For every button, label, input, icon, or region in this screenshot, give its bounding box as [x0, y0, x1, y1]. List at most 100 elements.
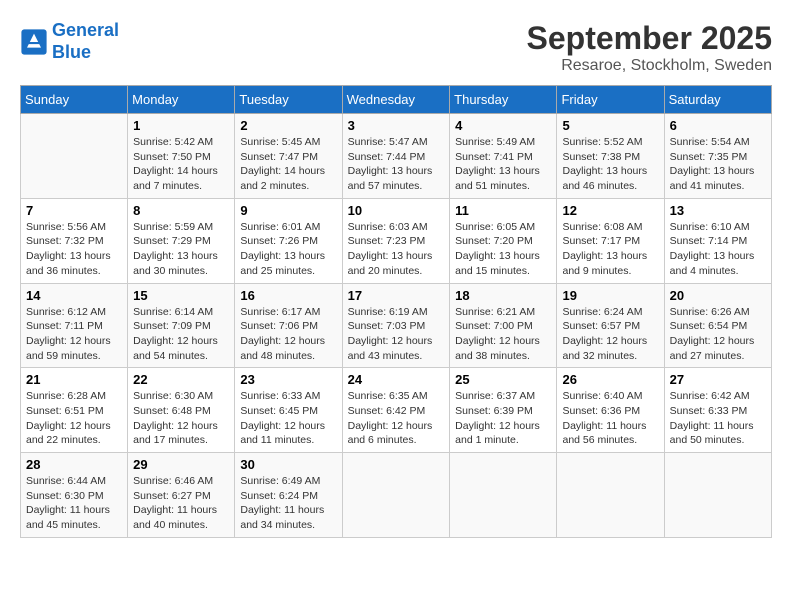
- logo-general: General: [52, 20, 119, 40]
- day-number: 25: [455, 372, 551, 387]
- calendar-cell: 11Sunrise: 6:05 AM Sunset: 7:20 PM Dayli…: [450, 198, 557, 283]
- day-number: 13: [670, 203, 766, 218]
- day-number: 4: [455, 118, 551, 133]
- day-number: 17: [348, 288, 445, 303]
- calendar-cell: 3Sunrise: 5:47 AM Sunset: 7:44 PM Daylig…: [342, 114, 450, 199]
- calendar-cell: 2Sunrise: 5:45 AM Sunset: 7:47 PM Daylig…: [235, 114, 342, 199]
- day-info: Sunrise: 6:44 AM Sunset: 6:30 PM Dayligh…: [26, 474, 122, 533]
- day-info: Sunrise: 5:47 AM Sunset: 7:44 PM Dayligh…: [348, 135, 445, 194]
- calendar-cell: 21 Sunrise: 6:28 AM Sunset: 6:51 PM Dayli…: [21, 368, 128, 453]
- logo-text: General Blue: [52, 20, 119, 63]
- calendar-cell: 19Sunrise: 6:24 AM Sunset: 6:57 PM Dayli…: [557, 283, 664, 368]
- calendar-cell: 28 Sunrise: 6:44 AM Sunset: 6:30 PM Dayli…: [21, 453, 128, 538]
- day-number: 9: [240, 203, 336, 218]
- day-info: Sunrise: 5:59 AM Sunset: 7:29 PM Dayligh…: [133, 220, 229, 279]
- day-number: 1: [133, 118, 229, 133]
- calendar-cell: 17Sunrise: 6:19 AM Sunset: 7:03 PM Dayli…: [342, 283, 450, 368]
- calendar-cell: 9 Sunrise: 6:01 AM Sunset: 7:26 PM Daylig…: [235, 198, 342, 283]
- calendar-cell: 6 Sunrise: 5:54 AM Sunset: 7:35 PM Daylig…: [664, 114, 771, 199]
- calendar-cell: 18 Sunrise: 6:21 AM Sunset: 7:00 PM Dayli…: [450, 283, 557, 368]
- calendar-week-row: 7 Sunrise: 5:56 AM Sunset: 7:32 PM Daylig…: [21, 198, 772, 283]
- day-info: Sunrise: 6:17 AM Sunset: 7:06 PM Dayligh…: [240, 305, 336, 364]
- day-number: 28: [26, 457, 122, 472]
- calendar-cell: 27 Sunrise: 6:42 AM Sunset: 6:33 PM Dayli…: [664, 368, 771, 453]
- calendar-cell: [664, 453, 771, 538]
- calendar-cell: [21, 114, 128, 199]
- calendar-cell: [450, 453, 557, 538]
- logo: General Blue: [20, 20, 119, 63]
- day-info: Sunrise: 6:46 AM Sunset: 6:27 PM Dayligh…: [133, 474, 229, 533]
- col-header-saturday: Saturday: [664, 86, 771, 114]
- calendar-week-row: 28 Sunrise: 6:44 AM Sunset: 6:30 PM Dayli…: [21, 453, 772, 538]
- day-number: 27: [670, 372, 766, 387]
- day-info: Sunrise: 5:56 AM Sunset: 7:32 PM Dayligh…: [26, 220, 122, 279]
- calendar-cell: 25 Sunrise: 6:37 AM Sunset: 6:39 PM Dayli…: [450, 368, 557, 453]
- calendar-cell: 8 Sunrise: 5:59 AM Sunset: 7:29 PM Daylig…: [128, 198, 235, 283]
- day-number: 22: [133, 372, 229, 387]
- day-info: Sunrise: 6:14 AM Sunset: 7:09 PM Dayligh…: [133, 305, 229, 364]
- day-number: 29: [133, 457, 229, 472]
- calendar-cell: 7 Sunrise: 5:56 AM Sunset: 7:32 PM Daylig…: [21, 198, 128, 283]
- day-info: Sunrise: 6:01 AM Sunset: 7:26 PM Dayligh…: [240, 220, 336, 279]
- day-info: Sunrise: 6:12 AM Sunset: 7:11 PM Dayligh…: [26, 305, 122, 364]
- day-number: 16: [240, 288, 336, 303]
- calendar-cell: 4 Sunrise: 5:49 AM Sunset: 7:41 PM Daylig…: [450, 114, 557, 199]
- col-header-friday: Friday: [557, 86, 664, 114]
- day-info: Sunrise: 6:49 AM Sunset: 6:24 PM Dayligh…: [240, 474, 336, 533]
- day-info: Sunrise: 5:42 AM Sunset: 7:50 PM Dayligh…: [133, 135, 229, 194]
- calendar-cell: 1 Sunrise: 5:42 AM Sunset: 7:50 PM Daylig…: [128, 114, 235, 199]
- day-info: Sunrise: 6:28 AM Sunset: 6:51 PM Dayligh…: [26, 389, 122, 448]
- day-info: Sunrise: 6:08 AM Sunset: 7:17 PM Dayligh…: [562, 220, 658, 279]
- calendar-cell: 24 Sunrise: 6:35 AM Sunset: 6:42 PM Dayli…: [342, 368, 450, 453]
- day-info: Sunrise: 6:37 AM Sunset: 6:39 PM Dayligh…: [455, 389, 551, 448]
- day-info: Sunrise: 6:40 AM Sunset: 6:36 PM Dayligh…: [562, 389, 658, 448]
- calendar-cell: 14 Sunrise: 6:12 AM Sunset: 7:11 PM Dayli…: [21, 283, 128, 368]
- day-number: 20: [670, 288, 766, 303]
- day-number: 14: [26, 288, 122, 303]
- day-info: Sunrise: 5:45 AM Sunset: 7:47 PM Dayligh…: [240, 135, 336, 194]
- calendar-cell: 22 Sunrise: 6:30 AM Sunset: 6:48 PM Dayli…: [128, 368, 235, 453]
- calendar-cell: 16 Sunrise: 6:17 AM Sunset: 7:06 PM Dayli…: [235, 283, 342, 368]
- day-info: Sunrise: 6:30 AM Sunset: 6:48 PM Dayligh…: [133, 389, 229, 448]
- day-info: Sunrise: 5:49 AM Sunset: 7:41 PM Dayligh…: [455, 135, 551, 194]
- calendar-week-row: 21 Sunrise: 6:28 AM Sunset: 6:51 PM Dayli…: [21, 368, 772, 453]
- day-info: Sunrise: 6:42 AM Sunset: 6:33 PM Dayligh…: [670, 389, 766, 448]
- col-header-monday: Monday: [128, 86, 235, 114]
- col-header-thursday: Thursday: [450, 86, 557, 114]
- day-number: 15: [133, 288, 229, 303]
- location-subtitle: Resaroe, Stockholm, Sweden: [527, 57, 772, 75]
- calendar-week-row: 14 Sunrise: 6:12 AM Sunset: 7:11 PM Dayli…: [21, 283, 772, 368]
- calendar-cell: 26 Sunrise: 6:40 AM Sunset: 6:36 PM Dayli…: [557, 368, 664, 453]
- page-header: General Blue September 2025 Resaroe, Sto…: [20, 20, 772, 75]
- day-number: 6: [670, 118, 766, 133]
- day-number: 23: [240, 372, 336, 387]
- calendar-header-row: SundayMondayTuesdayWednesdayThursdayFrid…: [21, 86, 772, 114]
- col-header-sunday: Sunday: [21, 86, 128, 114]
- day-info: Sunrise: 5:54 AM Sunset: 7:35 PM Dayligh…: [670, 135, 766, 194]
- day-info: Sunrise: 6:33 AM Sunset: 6:45 PM Dayligh…: [240, 389, 336, 448]
- day-number: 7: [26, 203, 122, 218]
- day-number: 10: [348, 203, 445, 218]
- day-number: 18: [455, 288, 551, 303]
- day-number: 19: [562, 288, 658, 303]
- calendar-cell: 13 Sunrise: 6:10 AM Sunset: 7:14 PM Dayli…: [664, 198, 771, 283]
- day-info: Sunrise: 6:26 AM Sunset: 6:54 PM Dayligh…: [670, 305, 766, 364]
- day-number: 26: [562, 372, 658, 387]
- day-number: 12: [562, 203, 658, 218]
- calendar-cell: [557, 453, 664, 538]
- day-info: Sunrise: 6:21 AM Sunset: 7:00 PM Dayligh…: [455, 305, 551, 364]
- calendar-cell: 12 Sunrise: 6:08 AM Sunset: 7:17 PM Dayli…: [557, 198, 664, 283]
- calendar-cell: 10 Sunrise: 6:03 AM Sunset: 7:23 PM Dayli…: [342, 198, 450, 283]
- day-info: Sunrise: 6:10 AM Sunset: 7:14 PM Dayligh…: [670, 220, 766, 279]
- day-number: 21: [26, 372, 122, 387]
- calendar-cell: 15 Sunrise: 6:14 AM Sunset: 7:09 PM Dayli…: [128, 283, 235, 368]
- day-number: 8: [133, 203, 229, 218]
- day-number: 11: [455, 203, 551, 218]
- day-info: Sunrise: 6:35 AM Sunset: 6:42 PM Dayligh…: [348, 389, 445, 448]
- col-header-tuesday: Tuesday: [235, 86, 342, 114]
- calendar-cell: 5Sunrise: 5:52 AM Sunset: 7:38 PM Daylig…: [557, 114, 664, 199]
- day-number: 24: [348, 372, 445, 387]
- day-number: 30: [240, 457, 336, 472]
- calendar-cell: 23 Sunrise: 6:33 AM Sunset: 6:45 PM Dayli…: [235, 368, 342, 453]
- day-info: Sunrise: 6:03 AM Sunset: 7:23 PM Dayligh…: [348, 220, 445, 279]
